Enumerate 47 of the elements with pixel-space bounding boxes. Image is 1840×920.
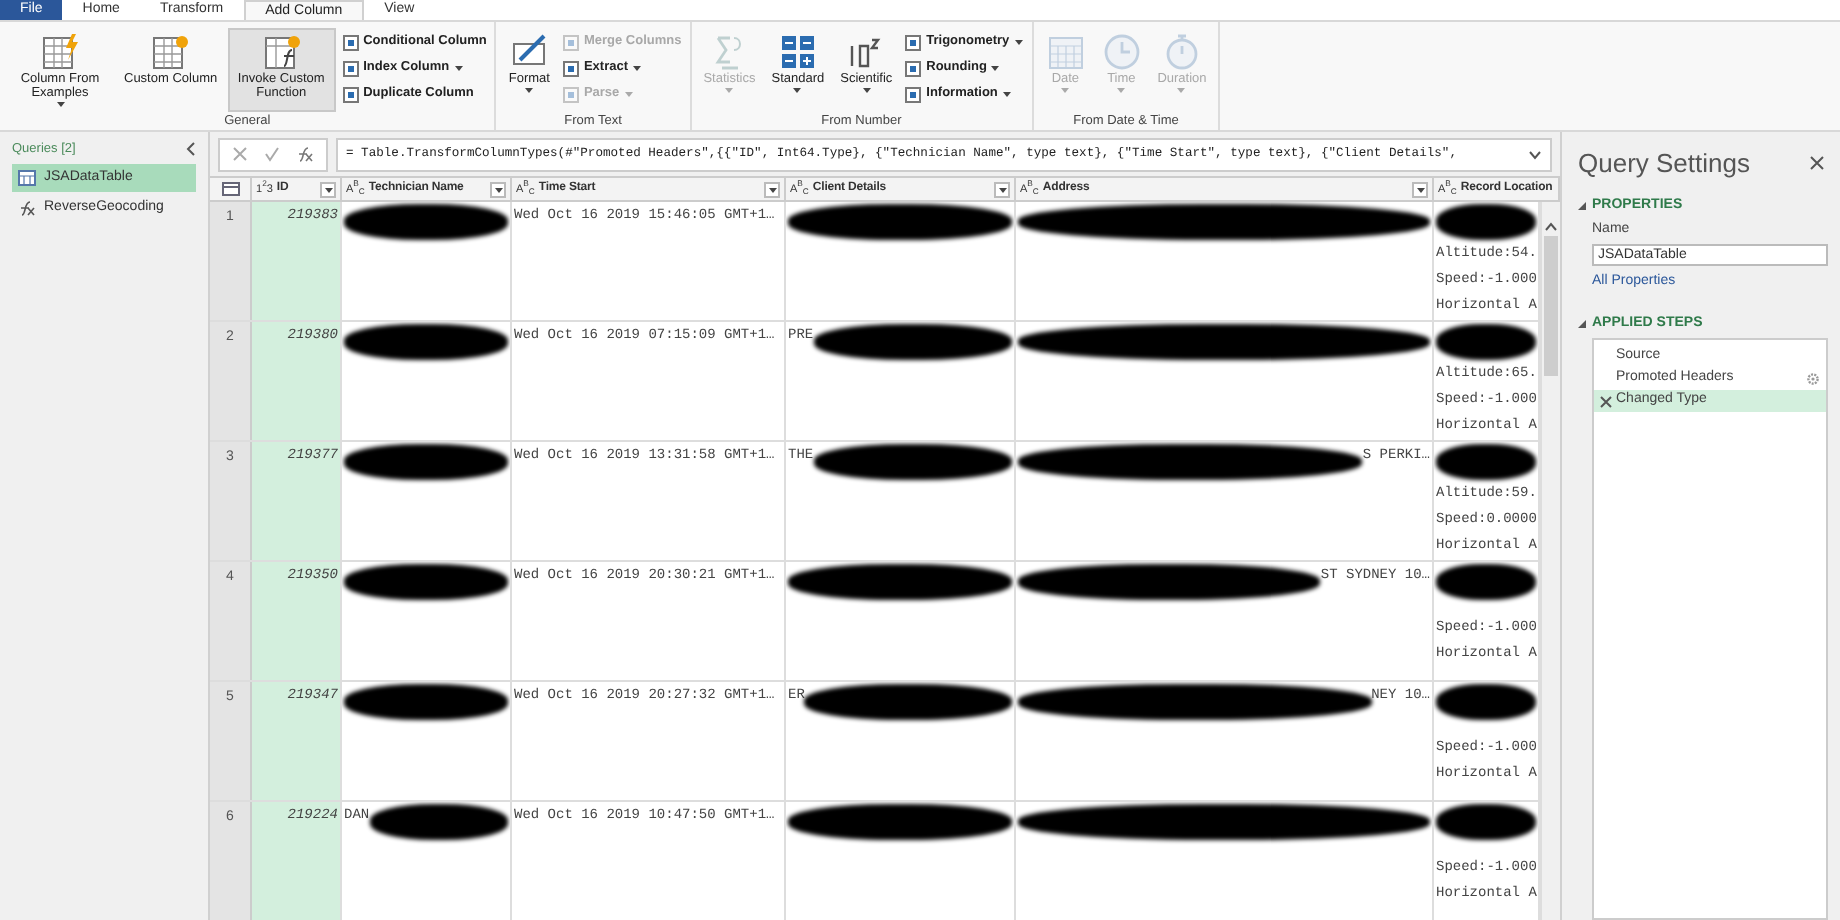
caret-icon bbox=[861, 86, 872, 94]
cancel-icon bbox=[232, 146, 248, 162]
caret-icon bbox=[1176, 86, 1187, 94]
caret-icon bbox=[1001, 90, 1012, 98]
caret-icon bbox=[323, 185, 333, 193]
filter-button[interactable] bbox=[764, 181, 780, 197]
caret-icon bbox=[453, 64, 464, 72]
function-table-icon bbox=[261, 32, 302, 72]
stopwatch-icon bbox=[1161, 32, 1202, 72]
check-icon bbox=[264, 146, 280, 162]
caret-icon bbox=[724, 86, 735, 94]
caret-icon bbox=[990, 64, 1001, 72]
caret-icon bbox=[524, 86, 535, 94]
caret-icon bbox=[1116, 86, 1127, 94]
pane-title: Query Settings bbox=[1578, 146, 1750, 182]
caret-icon bbox=[1013, 38, 1024, 46]
caret-icon bbox=[55, 100, 65, 108]
caret-icon bbox=[632, 64, 642, 72]
expand-icon bbox=[1528, 149, 1542, 159]
filter-button[interactable] bbox=[490, 181, 506, 197]
lightning-table-icon bbox=[40, 32, 80, 72]
calculator-icon bbox=[777, 32, 818, 72]
filter-button[interactable] bbox=[320, 181, 336, 197]
calendar-icon bbox=[1045, 32, 1086, 72]
scroll-up-icon bbox=[1544, 222, 1558, 232]
caret-icon bbox=[1060, 86, 1071, 94]
filter-button[interactable] bbox=[994, 181, 1010, 197]
delete-step-icon bbox=[1600, 395, 1612, 408]
caret-icon bbox=[767, 185, 777, 193]
caret-icon bbox=[623, 90, 634, 98]
collapse-icon bbox=[1578, 319, 1586, 328]
gear-icon bbox=[1806, 372, 1820, 387]
scrollbar[interactable] bbox=[1540, 202, 1560, 920]
close-icon bbox=[1810, 156, 1824, 171]
scrollbar-thumb[interactable] bbox=[1544, 236, 1558, 376]
filter-button[interactable] bbox=[1412, 181, 1428, 197]
collapse-icon bbox=[1578, 201, 1586, 210]
caret-icon bbox=[792, 86, 803, 94]
clock-icon bbox=[1101, 32, 1142, 72]
caret-icon bbox=[997, 185, 1007, 193]
gear-table-icon bbox=[150, 32, 191, 72]
table-icon bbox=[18, 169, 36, 186]
function-icon bbox=[18, 199, 36, 216]
collapse-icon bbox=[186, 142, 196, 157]
caret-icon bbox=[1415, 185, 1425, 193]
caret-icon bbox=[493, 185, 503, 193]
function-icon bbox=[296, 146, 314, 162]
